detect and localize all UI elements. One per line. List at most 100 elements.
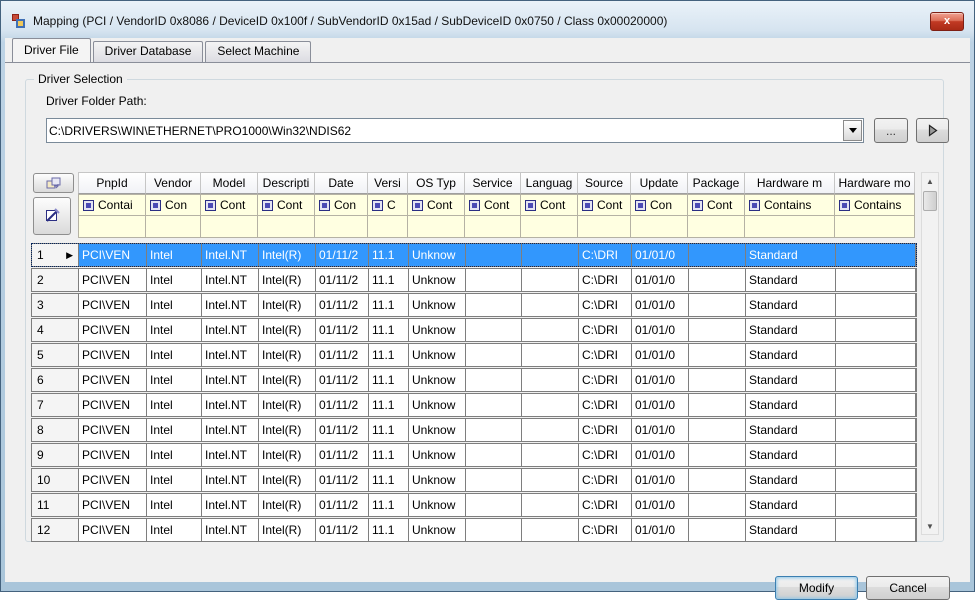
grid-cell[interactable]: Standard [746, 469, 836, 491]
grid-cell[interactable]: Intel(R) [259, 494, 316, 516]
grid-cell[interactable]: PCI\VEN [79, 419, 147, 441]
grid-cell[interactable]: Intel [147, 494, 202, 516]
grid-cell[interactable]: Unknow [409, 419, 466, 441]
grid-cell[interactable]: 01/01/0 [632, 494, 689, 516]
grid-cell[interactable] [466, 319, 522, 341]
grid-cell[interactable]: Intel.NT [202, 394, 259, 416]
filter-input-vendor[interactable] [146, 216, 201, 238]
grid-cell[interactable] [522, 269, 579, 291]
grid-cell[interactable]: 11.1 [369, 344, 409, 366]
grid-cell[interactable] [836, 344, 916, 366]
vertical-scrollbar[interactable]: ▲ ▼ [921, 172, 939, 535]
grid-cell[interactable]: Unknow [409, 519, 466, 541]
row-header-cell[interactable]: 7 [32, 394, 79, 416]
grid-cell[interactable]: Intel [147, 369, 202, 391]
grid-cell[interactable] [689, 494, 746, 516]
grid-cell[interactable]: 01/11/2 [316, 494, 369, 516]
grid-row[interactable]: 6PCI\VENIntelIntel.NTIntel(R)01/11/211.1… [31, 368, 917, 392]
column-header-hardware-mo[interactable]: Hardware mo [835, 172, 915, 194]
grid-cell[interactable] [466, 369, 522, 391]
apply-path-button[interactable] [916, 118, 949, 143]
grid-cell[interactable]: 01/11/2 [316, 469, 369, 491]
titlebar[interactable]: Mapping (PCI / VendorID 0x8086 / DeviceI… [5, 4, 970, 38]
grid-cell[interactable] [689, 519, 746, 541]
grid-cell[interactable]: C:\DRI [579, 319, 632, 341]
grid-cell[interactable] [689, 419, 746, 441]
column-header-vendor[interactable]: Vendor [146, 172, 201, 194]
column-header-languag[interactable]: Languag [521, 172, 578, 194]
grid-row[interactable]: 10PCI\VENIntelIntel.NTIntel(R)01/11/211.… [31, 468, 917, 492]
grid-cell[interactable]: 11.1 [369, 319, 409, 341]
grid-cell[interactable]: C:\DRI [579, 294, 632, 316]
grid-cell[interactable]: Intel(R) [259, 519, 316, 541]
grid-cell[interactable] [466, 419, 522, 441]
filter-operator-descripti[interactable]: Cont [258, 194, 315, 216]
grid-cell[interactable] [689, 344, 746, 366]
column-header-pnpid[interactable]: PnpId [78, 172, 146, 194]
filter-operator-hardware-mo[interactable]: Contains [835, 194, 915, 216]
grid-cell[interactable]: Intel [147, 344, 202, 366]
grid-cell[interactable] [522, 394, 579, 416]
grid-cell[interactable]: Intel(R) [259, 294, 316, 316]
grid-cell[interactable] [836, 469, 916, 491]
grid-cell[interactable]: C:\DRI [579, 419, 632, 441]
grid-row[interactable]: 11PCI\VENIntelIntel.NTIntel(R)01/11/211.… [31, 493, 917, 517]
grid-cell[interactable]: Intel(R) [259, 394, 316, 416]
grid-cell[interactable]: C:\DRI [579, 444, 632, 466]
grid-cell[interactable]: PCI\VEN [79, 494, 147, 516]
grid-cell[interactable] [836, 369, 916, 391]
grid-cell[interactable]: Unknow [409, 394, 466, 416]
grid-cell[interactable] [466, 344, 522, 366]
grid-cell[interactable]: 01/11/2 [316, 269, 369, 291]
column-header-descripti[interactable]: Descripti [258, 172, 315, 194]
row-header-cell[interactable]: 5 [32, 344, 79, 366]
clear-filter-button[interactable] [33, 197, 71, 235]
grid-row[interactable]: 9PCI\VENIntelIntel.NTIntel(R)01/11/211.1… [31, 443, 917, 467]
grid-cell[interactable]: 01/01/0 [632, 319, 689, 341]
grid-cell[interactable]: 11.1 [369, 394, 409, 416]
grid-cell[interactable]: Standard [746, 244, 836, 266]
grid-row[interactable]: 8PCI\VENIntelIntel.NTIntel(R)01/11/211.1… [31, 418, 917, 442]
filter-input-versi[interactable] [368, 216, 408, 238]
column-header-versi[interactable]: Versi [368, 172, 408, 194]
grid-cell[interactable] [689, 469, 746, 491]
grid-cell[interactable]: Unknow [409, 469, 466, 491]
grid-cell[interactable]: Intel [147, 444, 202, 466]
grid-cell[interactable] [689, 294, 746, 316]
filter-operator-service[interactable]: Cont [465, 194, 521, 216]
grid-cell[interactable] [836, 519, 916, 541]
row-header-cell[interactable]: 2 [32, 269, 79, 291]
grid-cell[interactable]: 11.1 [369, 294, 409, 316]
layout-switch-button[interactable] [33, 173, 74, 193]
column-header-model[interactable]: Model [201, 172, 258, 194]
grid-cell[interactable]: PCI\VEN [79, 519, 147, 541]
grid-cell[interactable]: 01/01/0 [632, 269, 689, 291]
grid-cell[interactable]: Intel [147, 294, 202, 316]
grid-cell[interactable]: Unknow [409, 269, 466, 291]
scroll-up-button[interactable]: ▲ [922, 173, 938, 189]
grid-cell[interactable] [522, 469, 579, 491]
scroll-down-button[interactable]: ▼ [922, 518, 938, 534]
row-header-cell[interactable]: 9 [32, 444, 79, 466]
filter-input-os-typ[interactable] [408, 216, 465, 238]
grid-cell[interactable] [836, 244, 916, 266]
grid-cell[interactable]: C:\DRI [579, 469, 632, 491]
grid-row[interactable]: 2PCI\VENIntelIntel.NTIntel(R)01/11/211.1… [31, 268, 917, 292]
grid-cell[interactable]: PCI\VEN [79, 294, 147, 316]
filter-input-hardware-mo[interactable] [835, 216, 915, 238]
modify-button[interactable]: Modify [775, 576, 858, 600]
grid-row[interactable]: 12PCI\VENIntelIntel.NTIntel(R)01/11/211.… [31, 518, 917, 542]
grid-cell[interactable]: PCI\VEN [79, 319, 147, 341]
row-header-cell[interactable]: 12 [32, 519, 79, 541]
filter-operator-model[interactable]: Cont [201, 194, 258, 216]
filter-operator-languag[interactable]: Cont [521, 194, 578, 216]
grid-cell[interactable]: Intel.NT [202, 344, 259, 366]
grid-cell[interactable]: Intel(R) [259, 444, 316, 466]
grid-cell[interactable]: Unknow [409, 369, 466, 391]
grid-cell[interactable]: 11.1 [369, 519, 409, 541]
row-header-cell[interactable]: 3 [32, 294, 79, 316]
grid-cell[interactable]: C:\DRI [579, 344, 632, 366]
grid-cell[interactable]: 11.1 [369, 469, 409, 491]
grid-cell[interactable] [466, 519, 522, 541]
grid-cell[interactable]: 01/11/2 [316, 394, 369, 416]
